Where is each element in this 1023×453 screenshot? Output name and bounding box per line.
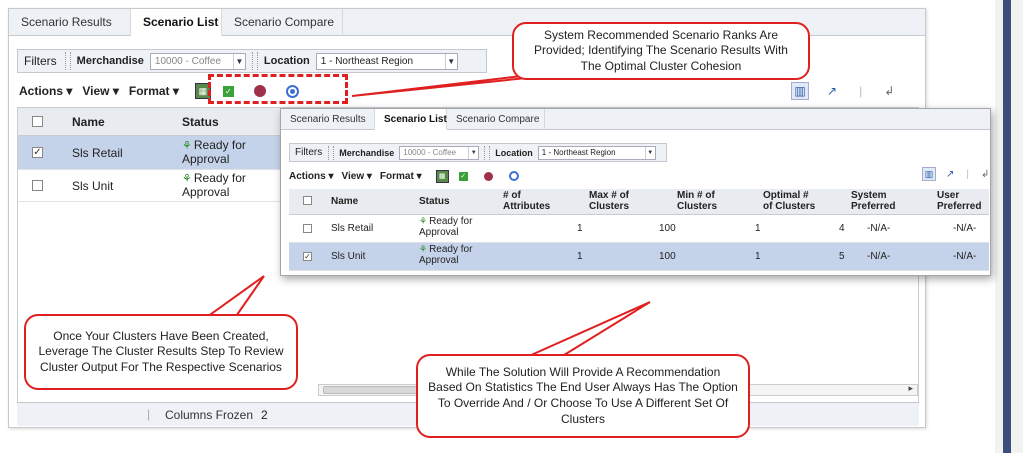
bottom-callout-pointer [519,301,651,361]
callout-top: System Recommended Scenario Ranks Are Pr… [512,22,810,80]
callout-left: Once Your Clusters Have Been Created, Le… [24,314,298,390]
callout-bottom: While The Solution Will Provide A Recomm… [416,354,750,438]
